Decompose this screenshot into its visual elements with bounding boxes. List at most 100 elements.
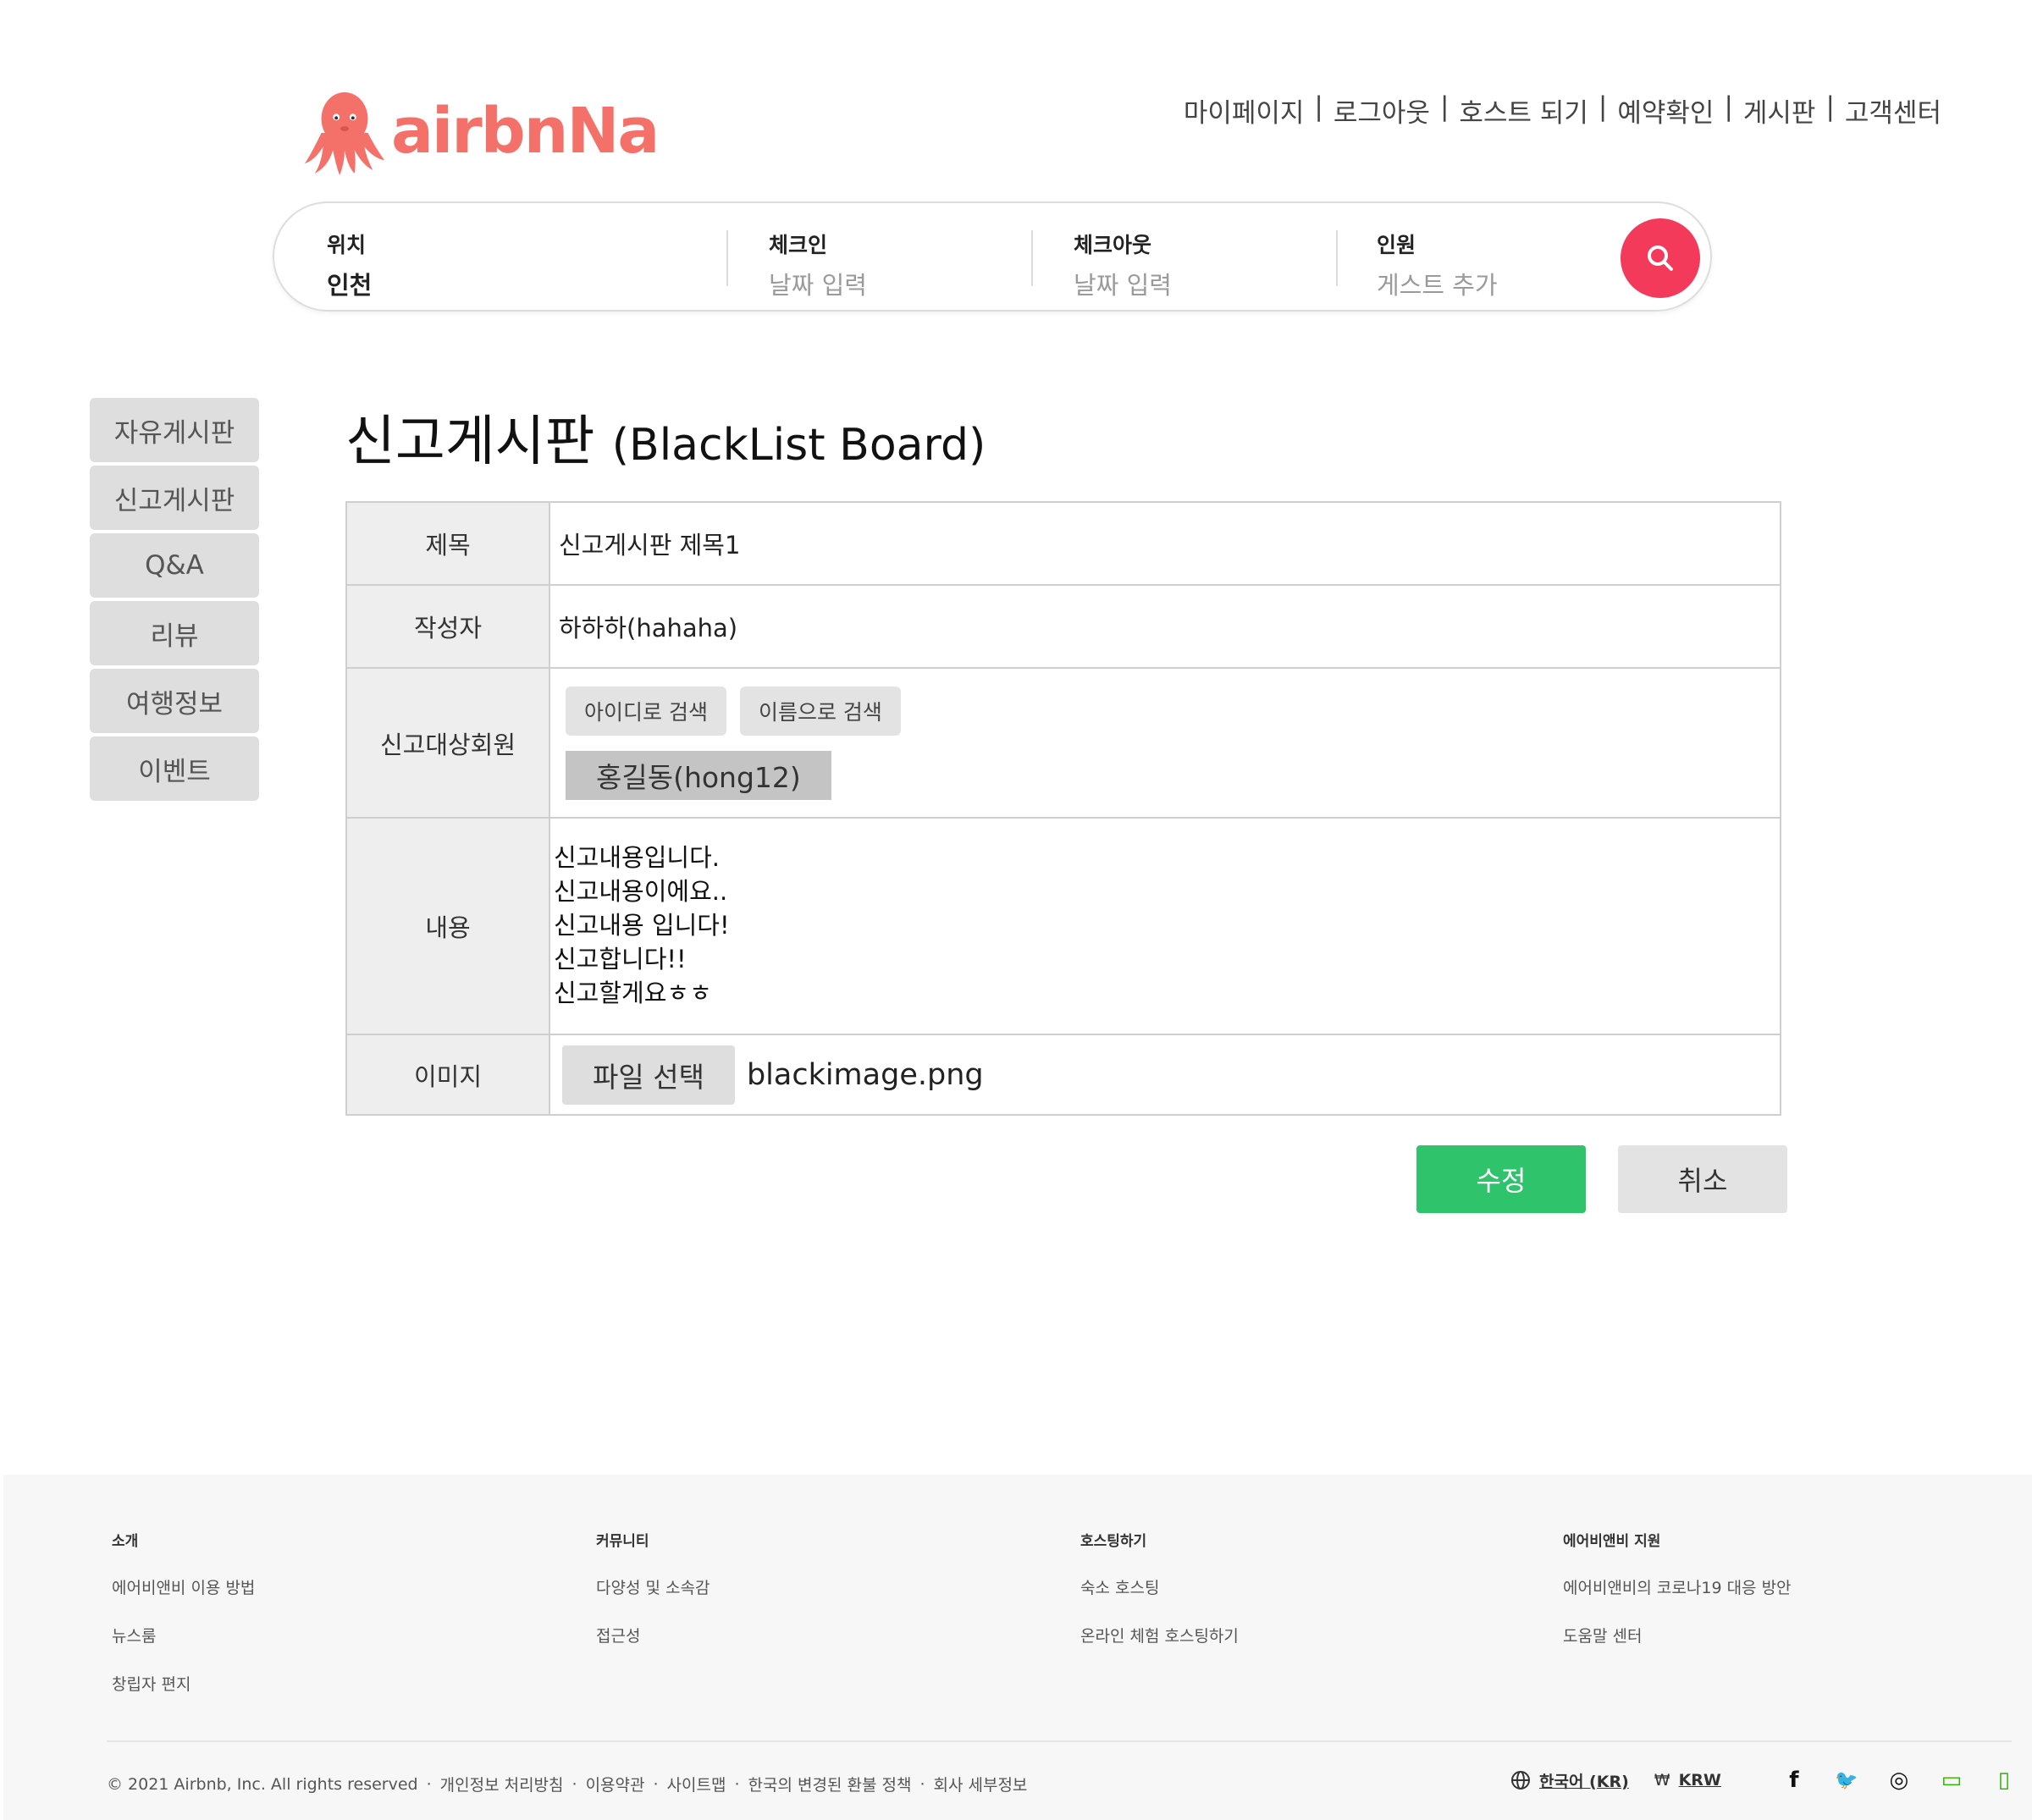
footer-link[interactable]: 뉴스룸 (112, 1624, 255, 1646)
footer-heading: 커뮤니티 (596, 1533, 649, 1550)
content-line: 신고할게요ㅎㅎ (554, 979, 712, 1007)
guests-placeholder: 게스트 추가 (1377, 271, 1498, 300)
currency-symbol: ₩ (1654, 1771, 1670, 1790)
content-label: 내용 (347, 819, 550, 1034)
footer-link[interactable]: 에어비앤비의 코로나19 대응 방안 (1563, 1575, 1792, 1598)
page-title: 신고게시판 (BlackList Board) (345, 398, 986, 476)
report-form: 제목 신고게시판 제목1 작성자 하하하(hahaha) 신고대상회원 아이디로… (345, 501, 1781, 1116)
author-label: 작성자 (347, 586, 550, 667)
logo[interactable]: airbnNa (303, 85, 660, 178)
nav-board[interactable]: 게시판 (1743, 91, 1816, 130)
footer-col-community: 커뮤니티 다양성 및 소속감 접근성 (596, 1529, 710, 1672)
footer-divider (107, 1740, 2012, 1742)
form-row-image: 이미지 파일 선택 blackimage.png (347, 1035, 1780, 1114)
location-field[interactable]: 위치 인천 (327, 229, 372, 301)
octopus-logo-icon (304, 91, 385, 175)
form-row-title: 제목 신고게시판 제목1 (347, 503, 1780, 586)
page-title-text: 신고게시판 (345, 411, 595, 473)
selected-member-chip[interactable]: 홍길동(hong12) (566, 750, 831, 800)
footer-link[interactable]: 다양성 및 소속감 (596, 1575, 710, 1598)
selected-filename: blackimage.png (746, 1057, 984, 1092)
content-line: 신고합니다!! (554, 945, 687, 973)
currency-selector[interactable]: KRW (1679, 1771, 1721, 1790)
footer-link[interactable]: 창립자 편지 (112, 1672, 255, 1695)
copyright: © 2021 Airbnb, Inc. All rights reserved (107, 1774, 418, 1794)
search-by-name-button[interactable]: 이름으로 검색 (739, 686, 901, 736)
footer: 소개 에어비앤비 이용 방법 뉴스룸 창립자 편지 커뮤니티 다양성 및 소속감… (3, 1475, 2032, 1820)
guests-field[interactable]: 인원 게스트 추가 (1377, 229, 1498, 301)
content-textarea[interactable]: 신고내용입니다. 신고내용이에요.. 신고내용 입니다! 신고합니다!! 신고할… (550, 819, 1780, 1034)
search-icon (1648, 245, 1673, 271)
content-line: 신고내용 입니다! (554, 911, 730, 940)
nav-separator: | (1724, 91, 1733, 122)
sidebar-item-qna[interactable]: Q&A (90, 533, 259, 598)
sidebar-item-event[interactable]: 이벤트 (90, 736, 259, 801)
sitemap-link[interactable]: 사이트맵 (667, 1773, 726, 1795)
nav-customer-center[interactable]: 고객센터 (1845, 91, 1941, 130)
footer-col-hosting: 호스팅하기 숙소 호스팅 온라인 체험 호스팅하기 (1080, 1529, 1239, 1672)
search-by-id-button[interactable]: 아이디로 검색 (566, 686, 726, 736)
nav-become-host[interactable]: 호스트 되기 (1459, 91, 1588, 130)
footer-link[interactable]: 에어비앤비 이용 방법 (112, 1575, 255, 1598)
footer-link[interactable]: 도움말 센터 (1563, 1624, 1792, 1646)
content-lines: 신고내용입니다. 신고내용이에요.. 신고내용 입니다! 신고합니다!! 신고할… (554, 841, 730, 1010)
nav-logout[interactable]: 로그아웃 (1334, 91, 1430, 130)
divider (726, 230, 728, 286)
naver-post-icon[interactable]: ▯ (1991, 1768, 2018, 1793)
footer-link[interactable]: 숙소 호스팅 (1080, 1575, 1239, 1598)
footer-col-support: 에어비앤비 지원 에어비앤비의 코로나19 대응 방안 도움말 센터 (1563, 1529, 1792, 1672)
location-label: 위치 (327, 233, 367, 257)
terms-link[interactable]: 이용약관 (586, 1773, 645, 1795)
content-line: 신고내용이에요.. (554, 877, 728, 906)
sidebar-item-report-board[interactable]: 신고게시판 (90, 466, 259, 530)
footer-heading: 호스팅하기 (1080, 1533, 1147, 1550)
nav-mypage[interactable]: 마이페이지 (1184, 91, 1305, 130)
nav-separator: | (1439, 91, 1449, 122)
top-nav: 마이페이지 | 로그아웃 | 호스트 되기 | 예약확인 | 게시판 | 고객센… (1184, 91, 1941, 130)
sidebar-item-free-board[interactable]: 자유게시판 (90, 398, 259, 462)
footer-col-about: 소개 에어비앤비 이용 방법 뉴스룸 창립자 편지 (112, 1529, 255, 1720)
checkin-field[interactable]: 체크인 날짜 입력 (769, 229, 867, 301)
naver-blog-icon[interactable]: ▭ (1938, 1768, 1965, 1793)
form-row-content: 내용 신고내용입니다. 신고내용이에요.. 신고내용 입니다! 신고합니다!! … (347, 819, 1780, 1035)
image-label: 이미지 (347, 1035, 550, 1114)
language-selector[interactable]: 한국어 (KR) (1539, 1769, 1629, 1792)
checkout-label: 체크아웃 (1074, 233, 1152, 257)
checkout-field[interactable]: 체크아웃 날짜 입력 (1074, 229, 1172, 301)
divider (1031, 230, 1033, 286)
refund-policy-link[interactable]: 한국의 변경된 환불 정책 (748, 1773, 912, 1795)
company-details-link[interactable]: 회사 세부정보 (933, 1773, 1027, 1795)
cancel-button[interactable]: 취소 (1618, 1145, 1787, 1213)
facebook-icon[interactable]: f (1781, 1768, 1808, 1793)
author-value: 하하하(hahaha) (559, 614, 738, 643)
sidebar-item-review[interactable]: 리뷰 (90, 601, 259, 665)
sidebar-item-travel-info[interactable]: 여행정보 (90, 669, 259, 733)
page-subtitle: (BlackList Board) (611, 420, 986, 471)
instagram-icon[interactable]: ◎ (1886, 1768, 1913, 1793)
guests-label: 인원 (1377, 233, 1416, 257)
legal-separator: · (653, 1774, 659, 1794)
twitter-icon[interactable]: 🐦 (1833, 1770, 1860, 1791)
privacy-link[interactable]: 개인정보 처리방침 (440, 1773, 564, 1795)
footer-link[interactable]: 접근성 (596, 1624, 710, 1646)
target-field: 아이디로 검색 이름으로 검색 홍길동(hong12) (550, 669, 1780, 817)
edit-button[interactable]: 수정 (1416, 1145, 1586, 1213)
target-label: 신고대상회원 (347, 669, 550, 817)
legal-separator: · (734, 1774, 740, 1794)
nav-separator: | (1314, 91, 1323, 122)
globe-icon (1511, 1771, 1530, 1790)
nav-separator: | (1598, 91, 1608, 122)
checkout-placeholder: 날짜 입력 (1074, 271, 1172, 300)
legal-separator: · (426, 1774, 432, 1794)
nav-reservation[interactable]: 예약확인 (1617, 91, 1714, 130)
title-input[interactable]: 신고게시판 제목1 (550, 503, 1780, 584)
search-button[interactable] (1621, 218, 1700, 298)
footer-link[interactable]: 온라인 체험 호스팅하기 (1080, 1624, 1239, 1646)
search-bar: 위치 인천 체크인 날짜 입력 체크아웃 날짜 입력 인원 게스트 추가 (273, 201, 1712, 312)
file-select-button[interactable]: 파일 선택 (562, 1045, 735, 1105)
title-label: 제목 (347, 503, 550, 584)
location-value: 인천 (327, 271, 373, 300)
board-sidebar: 자유게시판 신고게시판 Q&A 리뷰 여행정보 이벤트 (90, 398, 259, 804)
footer-heading: 소개 (112, 1533, 139, 1550)
image-field: 파일 선택 blackimage.png (550, 1035, 1780, 1114)
